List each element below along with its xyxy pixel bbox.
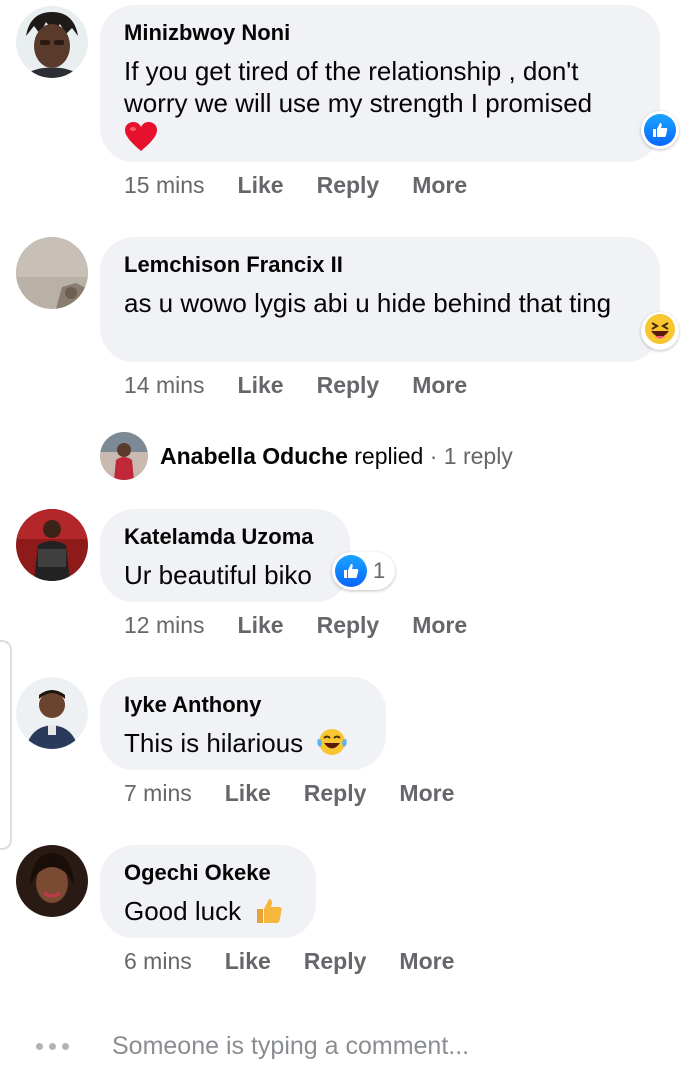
avatar — [100, 432, 148, 480]
comment-text: If you get tired of the relationship , d… — [124, 55, 636, 160]
comment-text-body: Good luck — [124, 896, 242, 926]
reply-button[interactable]: Reply — [304, 780, 367, 807]
comment-author[interactable]: Ogechi Okeke — [124, 859, 292, 887]
comment-bubble[interactable]: Lemchison Francix II as u wowo lygis abi… — [100, 237, 660, 362]
comment-bubble[interactable]: Ogechi Okeke Good luck — [100, 845, 316, 938]
like-button[interactable]: Like — [225, 948, 271, 975]
reaction-summary[interactable]: 1 — [332, 552, 396, 590]
comment-time[interactable]: 15 mins — [124, 172, 205, 199]
side-panel-edge — [0, 640, 12, 850]
comment-meta: 6 mins Like Reply More — [124, 948, 454, 975]
comment-meta: 12 mins Like Reply More — [124, 612, 467, 639]
comment-text: Good luck — [124, 895, 292, 932]
comment-text: This is hilarious — [124, 727, 362, 764]
more-button[interactable]: More — [412, 612, 467, 639]
reply-button[interactable]: Reply — [304, 948, 367, 975]
laughing-squint-icon — [644, 313, 676, 350]
reaction-count: 1 — [373, 558, 386, 583]
comment-bubble[interactable]: Katelamda Uzoma Ur beautiful biko — [100, 509, 350, 602]
more-button[interactable]: More — [412, 172, 467, 199]
avatar[interactable] — [16, 6, 88, 78]
reaction-badge[interactable] — [641, 111, 679, 149]
avatar[interactable] — [16, 237, 88, 309]
reply-author[interactable]: Anabella Oduche — [160, 443, 348, 469]
reply-verb: replied — [354, 442, 424, 469]
comment-author[interactable]: Katelamda Uzoma — [124, 523, 326, 551]
reaction-badge[interactable] — [641, 312, 679, 350]
comment-meta: 15 mins Like Reply More — [124, 172, 467, 199]
reply-summary[interactable]: Anabella Oduche replied · 1 reply — [160, 443, 513, 470]
heart-emoji-icon — [124, 121, 158, 160]
comment-text: as u wowo lygis abi u hide behind that t… — [124, 288, 612, 318]
like-icon — [335, 555, 367, 587]
comment-time[interactable]: 14 mins — [124, 372, 205, 399]
like-button[interactable]: Like — [238, 372, 284, 399]
typing-indicator: Someone is typing a comment... — [36, 1032, 469, 1061]
typing-label: Someone is typing a comment... — [112, 1032, 470, 1060]
comment-time[interactable]: 12 mins — [124, 612, 205, 639]
reply-button[interactable]: Reply — [317, 612, 380, 639]
avatar[interactable] — [16, 677, 88, 749]
comment-author[interactable]: Lemchison Francix II — [124, 251, 636, 279]
more-button[interactable]: More — [399, 948, 454, 975]
reply-button[interactable]: Reply — [317, 172, 380, 199]
comment-text: Ur beautiful biko — [124, 560, 312, 590]
typing-dots-icon — [36, 1043, 112, 1050]
comment-author[interactable]: Iyke Anthony — [124, 691, 362, 719]
like-button[interactable]: Like — [238, 172, 284, 199]
comment-time[interactable]: 6 mins — [124, 948, 192, 975]
comment-author[interactable]: Minizbwoy Noni — [124, 19, 636, 47]
comment-text-body: This is hilarious — [124, 728, 304, 758]
reply-button[interactable]: Reply — [317, 372, 380, 399]
reply-count[interactable]: 1 reply — [444, 443, 513, 469]
comment-text-body: If you get tired of the relationship , d… — [124, 56, 593, 118]
comment-bubble[interactable]: Iyke Anthony This is hilarious — [100, 677, 386, 770]
tears-of-joy-emoji-icon — [316, 727, 348, 764]
comment-meta: 14 mins Like Reply More — [124, 372, 467, 399]
more-button[interactable]: More — [412, 372, 467, 399]
like-button[interactable]: Like — [238, 612, 284, 639]
like-icon — [644, 114, 676, 146]
reply-separator: · — [429, 442, 438, 469]
avatar[interactable] — [16, 845, 88, 917]
avatar[interactable] — [16, 509, 88, 581]
comment-meta: 7 mins Like Reply More — [124, 780, 454, 807]
thumbs-up-emoji-icon — [254, 895, 284, 932]
like-button[interactable]: Like — [225, 780, 271, 807]
comment-time[interactable]: 7 mins — [124, 780, 192, 807]
comment-bubble[interactable]: Minizbwoy Noni If you get tired of the r… — [100, 5, 660, 162]
view-replies-link[interactable]: Anabella Oduche replied · 1 reply — [100, 432, 513, 480]
more-button[interactable]: More — [399, 780, 454, 807]
